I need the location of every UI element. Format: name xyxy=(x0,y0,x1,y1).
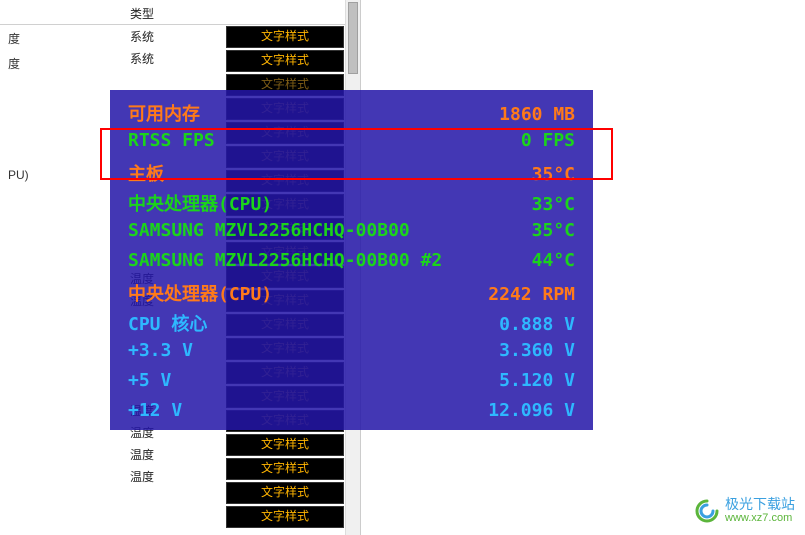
header-row: 类型 xyxy=(0,2,360,25)
watermark-site: 极光下载站 xyxy=(725,497,795,511)
header-type: 类型 xyxy=(130,5,154,22)
sensor-name[interactable] xyxy=(0,92,120,100)
sensor-name[interactable] xyxy=(0,84,120,92)
sensor-name[interactable] xyxy=(0,140,120,148)
osd-row: +3.3 V 3.360 V xyxy=(128,340,575,370)
watermark-url: www.xz7.com xyxy=(725,511,795,525)
sensor-name[interactable] xyxy=(0,194,120,202)
sensor-name[interactable]: PU) xyxy=(0,164,120,186)
text-style-button[interactable]: 文字样式 xyxy=(226,458,344,480)
type-cell[interactable] xyxy=(128,70,228,92)
sensor-name[interactable] xyxy=(0,108,120,116)
scrollbar-thumb[interactable] xyxy=(348,2,358,74)
osd-label: SAMSUNG MZVL2256HCHQ-00B00 #2 xyxy=(128,250,442,271)
osd-row: 可用内存 1860 MB xyxy=(128,100,575,130)
osd-row: SAMSUNG MZVL2256HCHQ-00B00 #2 44°C xyxy=(128,250,575,280)
sensor-name[interactable] xyxy=(0,156,120,164)
osd-value: 1860 MB xyxy=(499,104,575,125)
sensor-name[interactable]: 度 xyxy=(0,51,120,76)
osd-row: CPU 核心 0.888 V xyxy=(128,310,575,340)
osd-value: 33°C xyxy=(532,194,575,215)
sensor-name[interactable] xyxy=(0,116,120,124)
osd-row: SAMSUNG MZVL2256HCHQ-00B00 35°C xyxy=(128,220,575,250)
osd-row: RTSS FPS 0 FPS xyxy=(128,130,575,160)
osd-value: 35°C xyxy=(532,164,575,185)
sensor-name[interactable] xyxy=(0,218,120,226)
osd-label: +12 V xyxy=(128,400,182,421)
type-cell[interactable]: 温度 xyxy=(128,466,228,488)
sensor-name[interactable] xyxy=(0,132,120,140)
watermark: 极光下载站 www.xz7.com xyxy=(695,497,795,525)
text-style-button[interactable]: 文字样式 xyxy=(226,50,344,72)
sensor-name-column: 度度 PU) xyxy=(0,26,120,242)
osd-label: 中央处理器(CPU) xyxy=(128,280,272,306)
text-style-button[interactable]: 文字样式 xyxy=(226,26,344,48)
osd-label: CPU 核心 xyxy=(128,310,207,336)
type-cell[interactable]: 温度 xyxy=(128,444,228,466)
type-cell[interactable]: 系统 xyxy=(128,48,228,70)
sensor-name[interactable] xyxy=(0,100,120,108)
osd-row: +5 V 5.120 V xyxy=(128,370,575,400)
osd-value: 0 FPS xyxy=(521,130,575,151)
osd-row: 中央处理器(CPU) 33°C xyxy=(128,190,575,220)
osd-value: 44°C xyxy=(532,250,575,271)
logo-icon xyxy=(695,499,719,523)
osd-value: 12.096 V xyxy=(488,400,575,421)
osd-label: 中央处理器(CPU) xyxy=(128,190,272,216)
osd-label: SAMSUNG MZVL2256HCHQ-00B00 xyxy=(128,220,410,241)
sensor-name[interactable] xyxy=(0,124,120,132)
sensor-name[interactable] xyxy=(0,234,120,242)
osd-value: 3.360 V xyxy=(499,340,575,361)
sensor-name[interactable] xyxy=(0,148,120,156)
osd-value: 0.888 V xyxy=(499,314,575,335)
text-style-button[interactable]: 文字样式 xyxy=(226,482,344,504)
osd-label: 主板 xyxy=(128,160,164,186)
osd-row: 中央处理器(CPU) 2242 RPM xyxy=(128,280,575,310)
sensor-name[interactable] xyxy=(0,226,120,234)
osd-value: 5.120 V xyxy=(499,370,575,391)
osd-row: +12 V 12.096 V xyxy=(128,400,575,430)
sensor-name[interactable] xyxy=(0,186,120,194)
osd-label: +3.3 V xyxy=(128,340,193,361)
osd-label: 可用内存 xyxy=(128,100,200,126)
sensor-name[interactable] xyxy=(0,76,120,84)
text-style-button[interactable]: 文字样式 xyxy=(226,434,344,456)
sensor-name[interactable] xyxy=(0,210,120,218)
osd-label: RTSS FPS xyxy=(128,130,215,151)
osd-value: 2242 RPM xyxy=(488,284,575,305)
osd-overlay: 可用内存1860 MBRTSS FPS0 FPS主板35°C中央处理器(CPU)… xyxy=(110,90,593,430)
osd-label: +5 V xyxy=(128,370,171,391)
osd-row: 主板 35°C xyxy=(128,160,575,190)
sensor-name[interactable] xyxy=(0,202,120,210)
text-style-button[interactable]: 文字样式 xyxy=(226,506,344,528)
osd-value: 35°C xyxy=(532,220,575,241)
sensor-name[interactable]: 度 xyxy=(0,26,120,51)
type-cell[interactable]: 系统 xyxy=(128,26,228,48)
